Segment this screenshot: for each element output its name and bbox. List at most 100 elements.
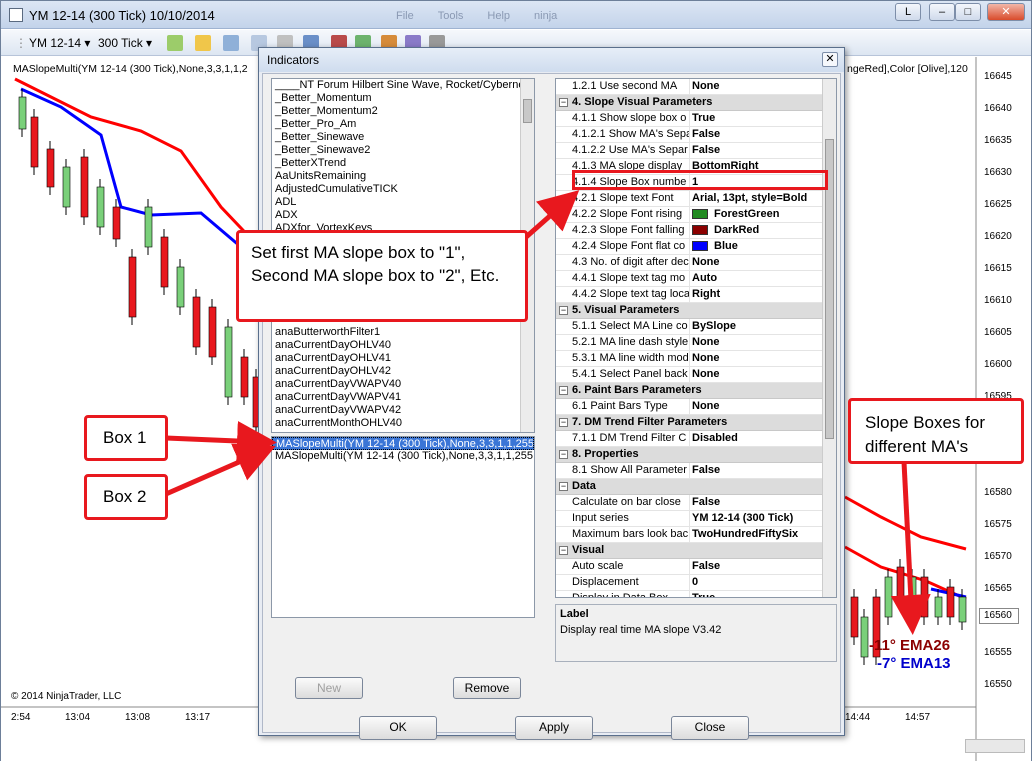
property-value[interactable]: Disabled [692,431,738,446]
property-value[interactable]: 0 [692,575,698,590]
indicator-list-item[interactable]: anaButterworthFilter1 [272,326,534,339]
scrollbar-thumb[interactable] [523,99,532,123]
menu-tools[interactable]: Tools [438,10,464,22]
property-row[interactable]: Maximum bars look bac TwoHundredFiftySix [556,527,836,543]
draw-pencil-icon[interactable] [195,35,211,51]
property-row[interactable]: 8.1 Show All Parameter False [556,463,836,479]
indicator-list-item[interactable]: _BetterXTrend [272,157,534,170]
instrument-selector[interactable]: YM 12-14 ▾ [29,36,90,50]
indicator-list-item[interactable]: _Better_Momentum2 [272,105,534,118]
property-row[interactable]: Displacement 0 [556,575,836,591]
property-value[interactable]: None [692,335,720,350]
apply-button[interactable]: Apply [515,716,593,740]
help-button[interactable]: L [895,3,921,21]
ok-button[interactable]: OK [359,716,437,740]
property-value[interactable]: False [692,127,720,142]
property-row[interactable]: 4.2.3 Slope Font falling DarkRed [556,223,836,239]
property-value[interactable]: True [692,591,715,597]
property-row[interactable]: Auto scale False [556,559,836,575]
properties-grid[interactable]: 1.2.1 Use second MA None −4. Slope Visual … [555,78,837,598]
remove-button[interactable]: Remove [453,677,521,699]
indicator-list-item[interactable]: anaCurrentDayVWAPV40 [272,378,534,391]
horizontal-scrollbar[interactable] [965,739,1025,753]
property-value[interactable]: True [692,111,715,126]
zoom-icon[interactable] [223,35,239,51]
property-value[interactable]: None [692,351,720,366]
indicator-list-item[interactable]: ADX [272,209,534,222]
property-category[interactable]: − Visual [556,543,836,559]
property-value[interactable]: False [692,495,720,510]
property-row[interactable]: 7.1.1 DM Trend Filter C Disabled [556,431,836,447]
property-value[interactable]: ForestGreen [692,207,779,222]
property-row[interactable]: Display in Data Box True [556,591,836,597]
property-row[interactable]: 4.1.2.2 Use MA's Separ False [556,143,836,159]
menu-help[interactable]: Help [487,10,510,22]
property-category[interactable]: −5. Visual Parameters [556,303,836,319]
property-row[interactable]: Calculate on bar close False [556,495,836,511]
maximize-button[interactable]: □ [955,3,981,21]
property-value[interactable]: TwoHundredFiftySix [692,527,798,542]
menu-ninja[interactable]: ninja [534,10,557,22]
indicator-list-item[interactable]: _Better_Pro_Am [272,118,534,131]
bar-style-icon[interactable] [167,35,183,51]
minimize-button[interactable]: – [929,3,955,21]
property-value[interactable]: None [692,255,720,270]
collapse-icon[interactable]: − [559,482,568,491]
indicator-list-item[interactable]: anaCurrentDayOHLV41 [272,352,534,365]
property-row[interactable]: 4.4.2 Slope text tag loca Right [556,287,836,303]
property-row[interactable]: 4.2.1 Slope text Font Arial, 13pt, style=… [556,191,836,207]
collapse-icon[interactable]: − [559,386,568,395]
property-category[interactable]: −6. Paint Bars Parameters [556,383,836,399]
applied-indicators-list[interactable]: MASlopeMulti(YM 12-14 (300 Tick),None,3,… [271,436,535,618]
property-value[interactable]: Right [692,287,720,302]
indicator-list-item[interactable]: anaCurrentDayOHLV40 [272,339,534,352]
property-value[interactable]: False [692,559,720,574]
property-row[interactable]: 6.1 Paint Bars Type None [556,399,836,415]
property-value[interactable]: Arial, 13pt, style=Bold [692,191,807,206]
property-row[interactable]: 4.3 No. of digit after dec None [556,255,836,271]
indicator-list-item[interactable]: _Better_Momentum [272,92,534,105]
indicator-list-item[interactable]: AaUnitsRemaining [272,170,534,183]
property-value[interactable]: YM 12-14 (300 Tick) [692,511,793,526]
collapse-icon[interactable]: − [559,98,568,107]
property-category[interactable]: −7. DM Trend Filter Parameters [556,415,836,431]
indicator-list-item[interactable]: anaCurrentMonthOHLV40 [272,417,534,430]
property-row[interactable]: 4.1.1 Show slope box o True [556,111,836,127]
property-row[interactable]: 1.2.1 Use second MA None [556,79,836,95]
period-selector[interactable]: 300 Tick ▾ [98,36,152,50]
properties-scrollbar[interactable] [822,79,836,597]
property-row[interactable]: 4.1.2.1 Show MA's Sepa False [556,127,836,143]
menu-file[interactable]: File [396,10,414,22]
indicator-list-item[interactable]: anaCurrentDayVWAPV41 [272,391,534,404]
indicator-list-item[interactable]: AdjustedCumulativeTICK [272,183,534,196]
property-value[interactable]: False [692,143,720,158]
new-button[interactable]: New [295,677,363,699]
indicator-list-item[interactable]: ____NT Forum Hilbert Sine Wave, Rocket/C… [272,79,534,92]
close-window-button[interactable]: ✕ [987,3,1025,21]
dialog-close-button[interactable]: ✕ [822,52,838,67]
property-value[interactable]: BySlope [692,319,736,334]
property-value[interactable]: DarkRed [692,223,759,238]
applied-indicator-item[interactable]: MASlopeMulti(YM 12-14 (300 Tick),None,3,… [272,437,534,450]
property-row[interactable]: 4.2.2 Slope Font rising ForestGreen [556,207,836,223]
collapse-icon[interactable]: − [559,418,568,427]
property-row[interactable]: 5.2.1 MA line dash style None [556,335,836,351]
property-row[interactable]: 4.2.4 Slope Font flat co Blue [556,239,836,255]
property-row[interactable]: 4.4.1 Slope text tag mo Auto [556,271,836,287]
indicator-list-item[interactable]: anaCurrentDayOHLV42 [272,365,534,378]
property-category[interactable]: −8. Properties [556,447,836,463]
property-category[interactable]: − Data [556,479,836,495]
property-value[interactable]: Blue [692,239,738,254]
indicator-list-item[interactable]: _Better_Sinewave2 [272,144,534,157]
indicator-list-item[interactable]: anaCurrentDayVWAPV42 [272,404,534,417]
property-value[interactable]: None [692,79,720,94]
property-row[interactable]: 5.4.1 Select Panel back None [556,367,836,383]
applied-indicator-item[interactable]: MASlopeMulti(YM 12-14 (300 Tick),None,3,… [272,450,534,463]
property-value[interactable]: None [692,367,720,382]
property-value[interactable]: None [692,399,720,414]
property-row[interactable]: 5.3.1 MA line width mod None [556,351,836,367]
indicator-list-item[interactable]: _Better_Sinewave [272,131,534,144]
property-value[interactable]: Auto [692,271,717,286]
property-row[interactable]: Input series YM 12-14 (300 Tick) [556,511,836,527]
property-value[interactable]: False [692,463,720,478]
